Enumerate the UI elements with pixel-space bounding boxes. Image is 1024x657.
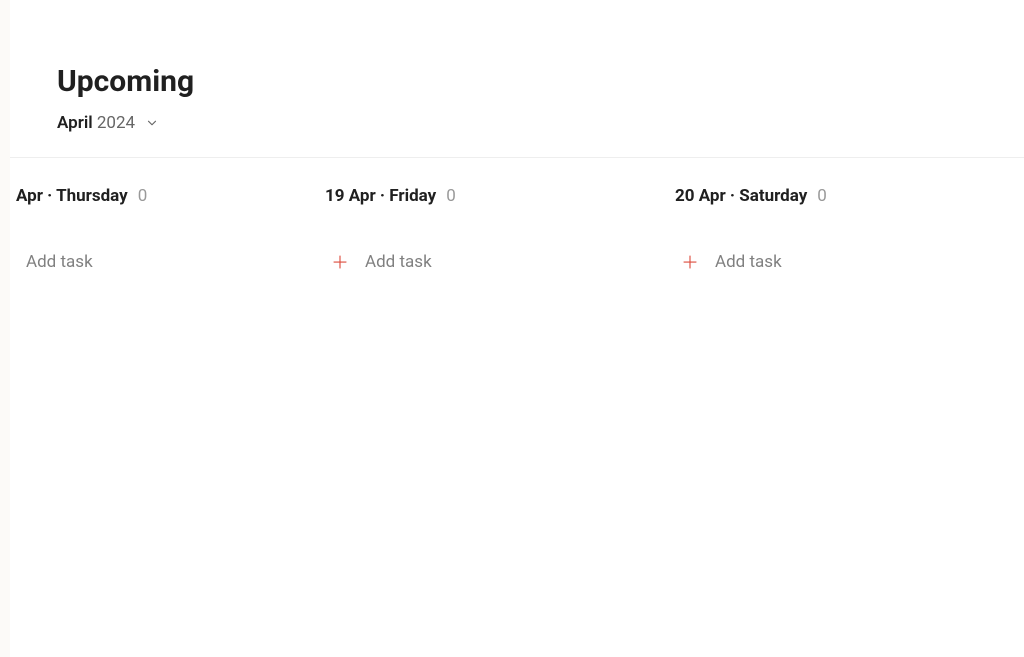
add-task-label: Add task bbox=[365, 252, 432, 272]
year-label: 2024 bbox=[97, 113, 135, 133]
add-task-button[interactable]: Add task bbox=[10, 252, 325, 272]
day-header[interactable]: 20 Apr · Saturday 0 bbox=[675, 186, 1015, 206]
day-task-count: 0 bbox=[138, 186, 148, 206]
day-columns: Apr · Thursday 0 Add task 19 Apr · Frida… bbox=[0, 158, 1024, 272]
left-gutter bbox=[0, 0, 10, 657]
chevron-down-icon bbox=[143, 114, 161, 132]
day-header[interactable]: Apr · Thursday 0 bbox=[10, 186, 325, 206]
page-title: Upcoming bbox=[57, 64, 1024, 99]
header: Upcoming April 2024 bbox=[0, 0, 1024, 158]
month-label: April bbox=[57, 113, 93, 133]
day-label: Apr · Thursday bbox=[16, 186, 128, 206]
day-task-count: 0 bbox=[817, 186, 827, 206]
day-task-count: 0 bbox=[446, 186, 456, 206]
add-task-button[interactable]: Add task bbox=[675, 252, 1015, 272]
day-column: 19 Apr · Friday 0 Add task bbox=[325, 186, 675, 272]
month-year-label: April 2024 bbox=[57, 113, 135, 133]
plus-icon bbox=[681, 253, 699, 271]
plus-icon bbox=[331, 253, 349, 271]
day-label: 19 Apr · Friday bbox=[325, 186, 436, 206]
day-column: Apr · Thursday 0 Add task bbox=[0, 186, 325, 272]
day-label: 20 Apr · Saturday bbox=[675, 186, 807, 206]
month-selector[interactable]: April 2024 bbox=[57, 113, 161, 133]
day-column: 20 Apr · Saturday 0 Add task bbox=[675, 186, 1015, 272]
add-task-label: Add task bbox=[715, 252, 782, 272]
add-task-button[interactable]: Add task bbox=[325, 252, 675, 272]
add-task-label: Add task bbox=[26, 252, 93, 272]
day-header[interactable]: 19 Apr · Friday 0 bbox=[325, 186, 675, 206]
